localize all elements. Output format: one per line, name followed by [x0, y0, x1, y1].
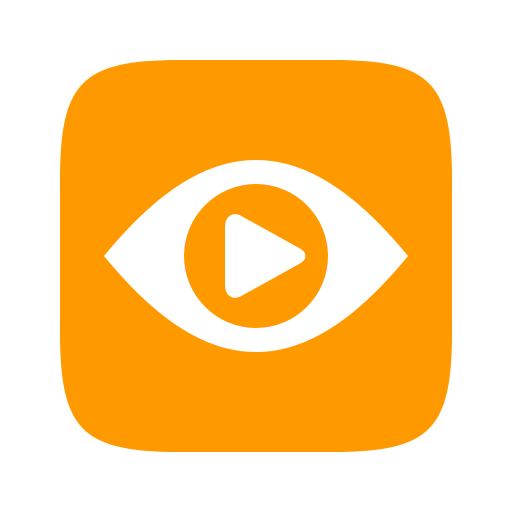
app-icon[interactable]: [0, 0, 512, 512]
icon-canvas: [0, 0, 512, 512]
